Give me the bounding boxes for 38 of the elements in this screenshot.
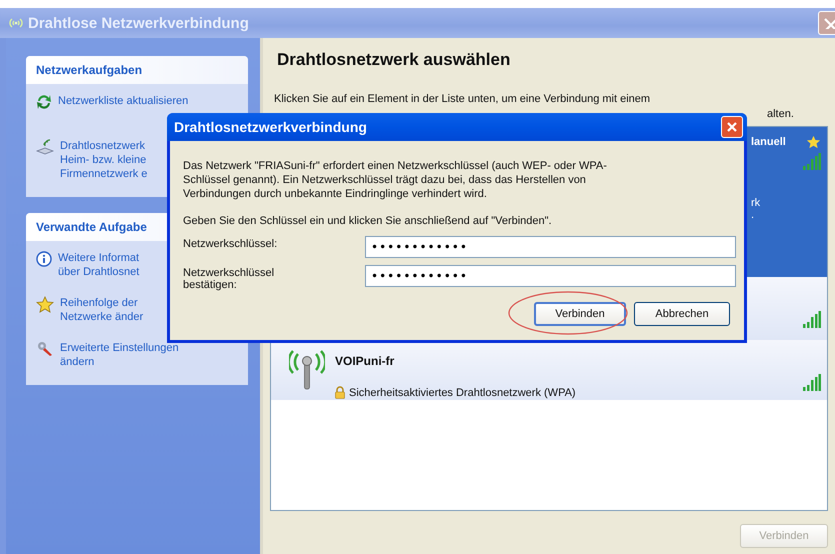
task-link[interactable]: Weitere Informat über Drahtlosnet xyxy=(58,251,140,279)
window-title: Drahtlose Netzwerkverbindung xyxy=(28,14,250,32)
task-link[interactable]: Reihenfolge der Netzwerke änder xyxy=(60,296,144,324)
network-name: VOIPuni-fr xyxy=(335,354,396,368)
star-icon xyxy=(36,296,54,313)
panel-heading: Netzwerkaufgaben xyxy=(26,56,248,84)
close-button[interactable] xyxy=(818,11,835,35)
lock-icon xyxy=(335,386,345,399)
wireless-antenna-icon xyxy=(289,350,325,390)
network-status: rk xyxy=(751,197,762,209)
instruction-text: Klicken Sie auf ein Element in der Liste unten, um eine Verbindung mit einem xyxy=(273,92,652,107)
signal-strength-icon xyxy=(803,374,821,392)
signal-strength-icon xyxy=(803,311,821,329)
close-button[interactable] xyxy=(721,116,743,138)
close-icon xyxy=(823,17,835,29)
close-icon xyxy=(726,121,738,133)
refresh-icon xyxy=(36,94,52,110)
password-field[interactable]: •••••••••••• xyxy=(365,265,736,287)
password-field[interactable]: •••••••••••• xyxy=(365,236,736,258)
network-detail: . xyxy=(751,209,756,221)
signal-strength-icon xyxy=(803,153,821,171)
instruction-text: alten. xyxy=(767,108,794,120)
task-link[interactable]: Erweiterte Einstellungen ändern xyxy=(60,341,179,369)
task-link[interactable]: Drahtlosnetzwerk Heim- bzw. kleine Firmennetzwerk e xyxy=(60,139,148,181)
wireless-computer-icon xyxy=(36,139,54,155)
info-icon xyxy=(36,251,52,267)
cancel-button[interactable]: Abbrechen xyxy=(634,302,730,326)
network-name: lanuell xyxy=(751,136,786,148)
security-label: Sicherheitsaktiviertes Drahtlosnetzwerk (WPA) xyxy=(349,386,576,398)
connect-button[interactable]: Verbinden xyxy=(534,302,626,326)
tools-icon xyxy=(36,341,54,357)
page-heading: Drahtlosnetzwerk auswählen xyxy=(276,50,512,71)
task-link[interactable]: Netzwerkliste aktualisieren xyxy=(58,94,188,108)
field-label: Netzwerkschlüssel bestätigen: xyxy=(183,266,276,291)
wireless-icon xyxy=(8,18,24,28)
network-item[interactable]: VOIPuni-fr Sicherheitsaktiviertes Drahtlosnetzwerk (WPA) xyxy=(271,340,827,400)
message-text: Das Netzwerk "FRIASuni-fr" erfordert einen Netzwerkschlüssel (auch WEP- oder WPA-Schlüssel genannt). Ein Netzwerkschlüssel trägt dazu bei, dass das Herstellen von Verbindungen durch unbekannte Eindringlinge verhindert wird. xyxy=(183,159,608,201)
dialog-title: Drahtlosnetzwerkverbindung xyxy=(174,119,367,135)
